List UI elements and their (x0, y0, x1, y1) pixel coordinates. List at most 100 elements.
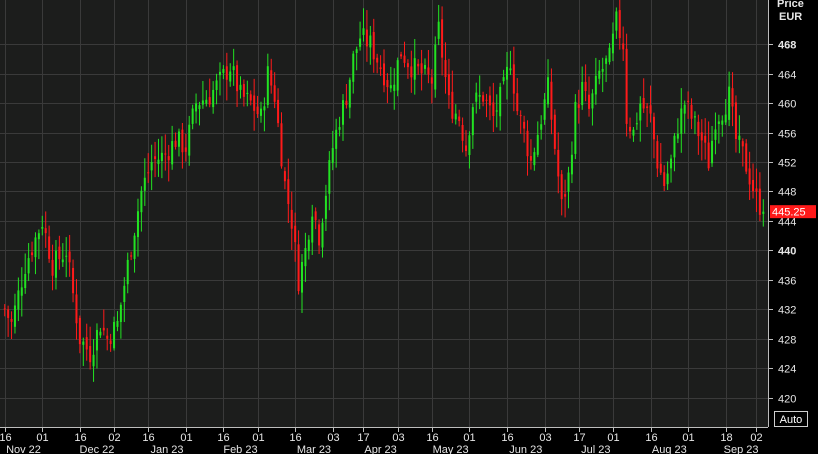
candle-body (478, 95, 481, 97)
candle-body (277, 99, 280, 124)
y-tick-label: 456 (778, 129, 796, 141)
candle-body (560, 174, 563, 200)
candle-body (85, 337, 88, 350)
candle-body (89, 346, 92, 363)
candle-body (403, 55, 406, 63)
candle-body (605, 58, 608, 64)
y-tick-label: 468 (778, 40, 796, 52)
candle-body (355, 49, 358, 54)
candle-body (687, 100, 690, 102)
x-tick-day-label: 01 (180, 432, 192, 444)
x-axis-ticks: 16Nov 2201 16Dec 2202 16Jan 2301 16Feb 2301… (0, 427, 763, 454)
candle-body (311, 216, 314, 243)
candle-body (717, 121, 720, 124)
y-axis-ticks: 420424428432436440444448452456460464468 (768, 40, 796, 406)
candle-body (123, 285, 126, 303)
candle-body (714, 129, 717, 140)
candle-body (752, 179, 755, 192)
candle-body (434, 44, 437, 90)
candle-body (82, 341, 85, 345)
x-tick-day-label: 16 (217, 432, 229, 444)
candle-body (622, 43, 625, 50)
x-tick-day-label: 01 (252, 432, 264, 444)
candle-body (594, 75, 597, 95)
candle-body (352, 53, 355, 82)
candle-body (174, 140, 177, 147)
x-tick-month-label: Dec 22 (80, 444, 115, 454)
candle-body (283, 171, 286, 182)
candle-body (314, 211, 317, 221)
candle-body (444, 60, 447, 78)
candle-body (591, 93, 594, 109)
candle-body (20, 287, 23, 296)
candle-body (758, 188, 761, 215)
candle-body (509, 68, 512, 71)
x-tick-day-label: 16 (645, 432, 657, 444)
candle-body (167, 156, 170, 161)
last-price-label: 445.25 (772, 207, 806, 219)
candle-body (259, 108, 262, 116)
candle-body (324, 195, 327, 219)
candle-body (140, 190, 143, 213)
candle-body (553, 114, 556, 149)
candle-body (673, 135, 676, 158)
candle-body (427, 67, 430, 75)
candle-body (393, 84, 396, 91)
candle-body (711, 140, 714, 164)
candle-body (659, 163, 662, 173)
candle-body (232, 66, 235, 71)
candle-body (649, 105, 652, 114)
candle-body (287, 179, 290, 205)
candle-body (741, 141, 744, 147)
candle-body (294, 225, 297, 243)
candle-body (379, 67, 382, 70)
auto-scale-button[interactable]: Auto (774, 411, 808, 427)
candle-body (697, 121, 700, 137)
candle-body (693, 116, 696, 118)
candle-body (372, 32, 375, 60)
candle-body (410, 66, 413, 78)
candle-body (437, 21, 440, 39)
candle-body (345, 100, 348, 106)
x-tick-day-label: 01 (36, 432, 48, 444)
candle-body (406, 63, 409, 68)
candle-body (447, 74, 450, 96)
candle-body (567, 172, 570, 192)
x-tick-day-label: 16 (74, 432, 86, 444)
candle-body (417, 63, 420, 67)
candle-body (31, 252, 34, 256)
candle-body (738, 135, 741, 140)
candle-body (13, 305, 16, 327)
candle-body (376, 57, 379, 63)
candle-body (300, 261, 303, 293)
candle-body (54, 250, 57, 278)
candle-body (195, 103, 198, 112)
y-tick-label: 452 (778, 158, 796, 170)
x-tick-month-label: Jun 23 (509, 444, 542, 454)
candle-body (188, 124, 191, 156)
candle-body (290, 209, 293, 229)
x-tick-month-label: Aug 23 (652, 444, 687, 454)
candlestick-chart: 420424428432436440444448452456460464468 … (0, 0, 816, 454)
y-tick-label: 420 (778, 394, 796, 406)
candle-body (461, 125, 464, 141)
candle-body (266, 66, 269, 105)
candle-body (519, 115, 522, 117)
candle-body (147, 172, 150, 174)
x-tick-day-label: 01 (682, 432, 694, 444)
x-tick-day-label: 16 (0, 432, 12, 444)
x-tick-month-label: Feb 23 (223, 444, 257, 454)
candle-body (721, 120, 724, 125)
candle-body (34, 237, 37, 258)
candle-body (618, 10, 621, 39)
candle-body (396, 60, 399, 91)
candle-body (116, 321, 119, 327)
candle-body (485, 99, 488, 101)
candle-body (629, 126, 632, 132)
candle-body (201, 100, 204, 105)
x-tick-month-label: Jul 23 (581, 444, 610, 454)
candle-body (212, 89, 215, 108)
y-tick-label: 424 (778, 364, 796, 376)
candle-body (543, 99, 546, 120)
x-tick-day-label: 16 (501, 432, 513, 444)
